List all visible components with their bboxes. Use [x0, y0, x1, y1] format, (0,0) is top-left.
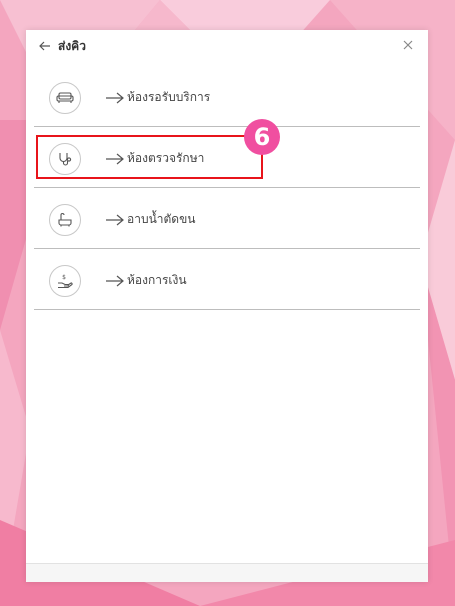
list-item-bath-grooming[interactable]: อาบน้ำตัดขน [34, 188, 420, 249]
stethoscope-icon [49, 143, 81, 175]
money-hand-icon: $ [49, 265, 81, 297]
panel-footer [26, 563, 428, 582]
list-item-label: อาบน้ำตัดขน [127, 212, 196, 226]
list-item-cashier[interactable]: $ ห้องการเงิน [34, 249, 420, 310]
arrow-right-icon [105, 273, 125, 287]
list-item-label: ห้องตรวจรักษา [127, 151, 205, 165]
list-item-waiting-room[interactable]: ห้องรอรับบริการ [34, 66, 420, 127]
svg-text:$: $ [62, 274, 66, 281]
send-queue-panel: ส่งคิว ห้องรอรับบริการ ห้องตรวจรักษา อาบ… [26, 30, 428, 582]
bathtub-icon [49, 204, 81, 236]
arrow-right-icon [105, 90, 125, 104]
sofa-icon [49, 82, 81, 114]
arrow-right-icon [105, 212, 125, 226]
list-item-label: ห้องการเงิน [127, 273, 187, 287]
close-icon[interactable] [402, 38, 414, 52]
step-badge: 6 [244, 119, 280, 155]
arrow-left-icon[interactable] [38, 38, 52, 54]
queue-destination-list: ห้องรอรับบริการ ห้องตรวจรักษา อาบน้ำตัดข… [34, 66, 420, 310]
list-item-examination-room[interactable]: ห้องตรวจรักษา [34, 127, 420, 188]
page-title: ส่งคิว [58, 39, 86, 53]
list-item-label: ห้องรอรับบริการ [127, 90, 211, 104]
arrow-right-icon [105, 151, 125, 165]
panel-header: ส่งคิว [26, 30, 428, 64]
